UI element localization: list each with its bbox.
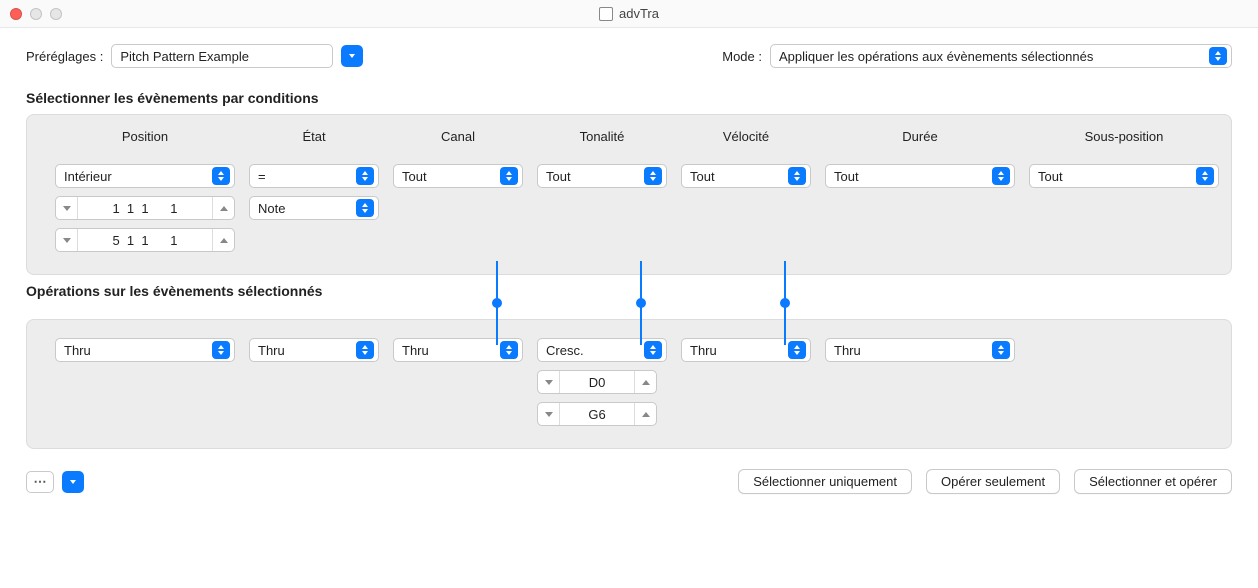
dropdown-arrows-icon bbox=[356, 167, 374, 185]
select-only-button[interactable]: Sélectionner uniquement bbox=[738, 469, 912, 494]
col-pitch: Tonalité bbox=[537, 125, 667, 150]
length-op-value: Thru bbox=[834, 343, 861, 358]
position-end-stepper[interactable]: 5 1 1 1 bbox=[55, 228, 235, 252]
dropdown-arrows-icon bbox=[500, 341, 518, 359]
preset-name-field[interactable]: Pitch Pattern Example bbox=[111, 44, 333, 68]
mode-label: Mode : bbox=[722, 49, 762, 64]
dropdown-arrows-icon bbox=[992, 341, 1010, 359]
dropdown-arrows-icon bbox=[212, 341, 230, 359]
channel-op-select[interactable]: Thru bbox=[393, 338, 523, 362]
state-op-value: = bbox=[258, 169, 266, 184]
document-icon bbox=[599, 7, 613, 21]
pitch-divider[interactable] bbox=[640, 261, 642, 345]
channel-op-value: Thru bbox=[402, 343, 429, 358]
dropdown-arrows-icon bbox=[212, 167, 230, 185]
titlebar: advTra bbox=[0, 0, 1258, 28]
dropdown-arrows-icon bbox=[356, 341, 374, 359]
window-title-text: advTra bbox=[619, 6, 659, 21]
state-op-select[interactable]: = bbox=[249, 164, 379, 188]
pitch-op-v2: G6 bbox=[560, 407, 634, 422]
length-cond-select[interactable]: Tout bbox=[825, 164, 1015, 188]
dropdown-arrows-icon bbox=[1196, 167, 1214, 185]
position-end-value: 5 1 1 1 bbox=[78, 233, 212, 248]
pitch-op-value: Cresc. bbox=[546, 343, 584, 358]
col-state: État bbox=[249, 125, 379, 150]
dropdown-arrows-icon bbox=[644, 167, 662, 185]
pitch-op-select[interactable]: Cresc. bbox=[537, 338, 667, 362]
dropdown-arrows-icon bbox=[1209, 47, 1227, 65]
dropdown-arrows-icon bbox=[644, 341, 662, 359]
col-subposition: Sous-position bbox=[1029, 125, 1219, 150]
conditions-panel: Position État Canal Tonalité Vélocité Du… bbox=[26, 114, 1232, 275]
velocity-cond-select[interactable]: Tout bbox=[681, 164, 811, 188]
close-window-icon[interactable] bbox=[10, 8, 22, 20]
window-title: advTra bbox=[0, 6, 1258, 21]
presets-label: Préréglages : bbox=[26, 49, 103, 64]
more-options-menu[interactable] bbox=[62, 471, 84, 493]
state-type-value: Note bbox=[258, 201, 285, 216]
state-op-select[interactable]: Thru bbox=[249, 338, 379, 362]
select-and-operate-button[interactable]: Sélectionner et opérer bbox=[1074, 469, 1232, 494]
stepper-increment[interactable] bbox=[634, 403, 656, 425]
stepper-increment[interactable] bbox=[212, 197, 234, 219]
stepper-decrement[interactable] bbox=[538, 403, 560, 425]
pitch-cond-value: Tout bbox=[546, 169, 571, 184]
col-velocity: Vélocité bbox=[681, 125, 811, 150]
dropdown-arrows-icon bbox=[788, 341, 806, 359]
conditions-heading: Sélectionner les évènements par conditio… bbox=[26, 90, 1232, 106]
channel-cond-value: Tout bbox=[402, 169, 427, 184]
channel-cond-select[interactable]: Tout bbox=[393, 164, 523, 188]
position-mode-select[interactable]: Intérieur bbox=[55, 164, 235, 188]
velocity-cond-value: Tout bbox=[690, 169, 715, 184]
state-op-value: Thru bbox=[258, 343, 285, 358]
velocity-op-select[interactable]: Thru bbox=[681, 338, 811, 362]
dropdown-arrows-icon bbox=[992, 167, 1010, 185]
position-start-value: 1 1 1 1 bbox=[78, 201, 212, 216]
position-op-value: Thru bbox=[64, 343, 91, 358]
operations-panel: Thru Thru Thru Cresc. bbox=[26, 319, 1232, 449]
stepper-decrement[interactable] bbox=[538, 371, 560, 393]
length-cond-value: Tout bbox=[834, 169, 859, 184]
preset-menu-button[interactable] bbox=[341, 45, 363, 67]
pitch-op-v2-stepper[interactable]: G6 bbox=[537, 402, 657, 426]
col-length: Durée bbox=[825, 125, 1015, 150]
ellipsis-icon: ⋯ bbox=[34, 474, 47, 490]
dropdown-arrows-icon bbox=[500, 167, 518, 185]
subposition-cond-value: Tout bbox=[1038, 169, 1063, 184]
pitch-op-v1: D0 bbox=[560, 375, 634, 390]
stepper-decrement[interactable] bbox=[56, 197, 78, 219]
position-mode-value: Intérieur bbox=[64, 169, 112, 184]
between-panels bbox=[26, 275, 1232, 331]
maximize-window-icon[interactable] bbox=[50, 8, 62, 20]
length-op-select[interactable]: Thru bbox=[825, 338, 1015, 362]
position-start-stepper[interactable]: 1 1 1 1 bbox=[55, 196, 235, 220]
channel-divider[interactable] bbox=[496, 261, 498, 345]
preset-name-value: Pitch Pattern Example bbox=[120, 49, 249, 64]
pitch-cond-select[interactable]: Tout bbox=[537, 164, 667, 188]
pitch-op-v1-stepper[interactable]: D0 bbox=[537, 370, 657, 394]
position-op-select[interactable]: Thru bbox=[55, 338, 235, 362]
col-position: Position bbox=[55, 125, 235, 150]
dropdown-arrows-icon bbox=[356, 199, 374, 217]
minimize-window-icon[interactable] bbox=[30, 8, 42, 20]
velocity-op-value: Thru bbox=[690, 343, 717, 358]
stepper-decrement[interactable] bbox=[56, 229, 78, 251]
state-type-select[interactable]: Note bbox=[249, 196, 379, 220]
velocity-divider[interactable] bbox=[784, 261, 786, 345]
mode-select[interactable]: Appliquer les opérations aux évènements … bbox=[770, 44, 1232, 68]
operate-only-button[interactable]: Opérer seulement bbox=[926, 469, 1060, 494]
window-controls bbox=[10, 8, 62, 20]
subposition-cond-select[interactable]: Tout bbox=[1029, 164, 1219, 188]
dropdown-arrows-icon bbox=[788, 167, 806, 185]
mode-value: Appliquer les opérations aux évènements … bbox=[779, 49, 1093, 64]
col-channel: Canal bbox=[393, 125, 523, 150]
more-options-button[interactable]: ⋯ bbox=[26, 471, 54, 493]
stepper-increment[interactable] bbox=[634, 371, 656, 393]
stepper-increment[interactable] bbox=[212, 229, 234, 251]
